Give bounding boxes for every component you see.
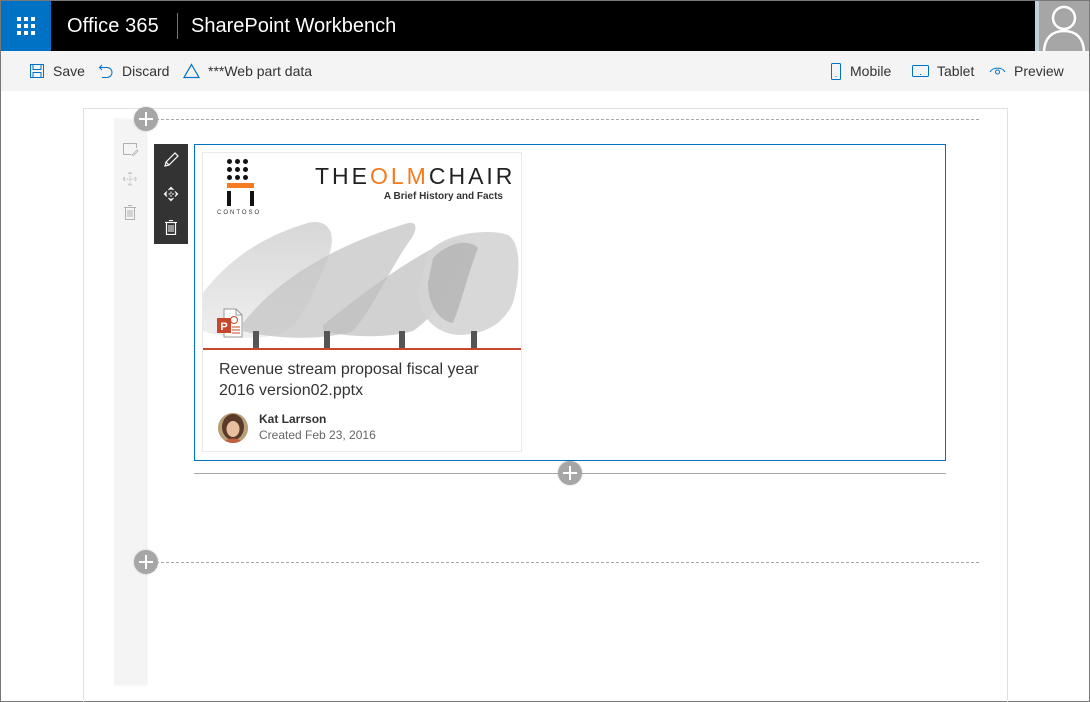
document-title[interactable]: Revenue stream proposal fiscal year 2016… (219, 359, 509, 401)
person-icon (1042, 5, 1086, 51)
waffle-icon (17, 17, 35, 35)
powerpoint-icon: P (217, 308, 243, 338)
undo-icon (98, 64, 113, 78)
save-label: Save (53, 63, 85, 79)
edit-web-part-button[interactable] (154, 145, 188, 175)
brand-label[interactable]: Office 365 (67, 15, 159, 38)
divider (177, 13, 178, 39)
mobile-icon (831, 62, 841, 80)
web-part-data-label: ***Web part data (208, 63, 313, 79)
command-bar: Save Discard ***Web part data Mobile Tab… (1, 51, 1089, 91)
tablet-icon (912, 65, 929, 77)
document-card[interactable]: CONTOSO THEOLMCHAIR A Brief History and … (202, 152, 522, 452)
preview-subtitle: A Brief History and Facts (383, 191, 503, 202)
move-web-part-button[interactable] (154, 179, 188, 209)
eye-icon (989, 67, 1006, 75)
svg-text:P: P (220, 321, 227, 333)
section-divider (146, 119, 979, 120)
mobile-preview-button[interactable]: Mobile (830, 51, 891, 91)
web-part-data-button[interactable]: ***Web part data (183, 51, 312, 91)
discard-label: Discard (122, 63, 170, 79)
add-web-part-button[interactable] (558, 461, 582, 485)
preview-title: THEOLMCHAIR (315, 163, 516, 189)
add-section-button[interactable] (134, 550, 158, 574)
delete-web-part-button[interactable] (154, 212, 188, 242)
app-title: SharePoint Workbench (191, 15, 397, 37)
contoso-logo: CONTOSO (217, 159, 265, 216)
chairs-image (203, 222, 519, 348)
discard-button[interactable]: Discard (98, 51, 169, 91)
web-part-toolbar (154, 144, 188, 244)
tablet-preview-button[interactable]: Tablet (912, 51, 974, 91)
save-icon (30, 64, 44, 78)
tablet-label: Tablet (937, 63, 975, 79)
add-section-button[interactable] (134, 107, 158, 131)
section-divider (146, 562, 979, 563)
suite-bar: Office 365 SharePoint Workbench (1, 1, 1089, 51)
move-icon (163, 186, 179, 202)
document-preview[interactable]: CONTOSO THEOLMCHAIR A Brief History and … (203, 153, 521, 350)
app-launcher-button[interactable] (1, 1, 51, 51)
delete-section-icon[interactable] (121, 203, 139, 221)
triangle-icon (183, 63, 200, 79)
preview-button[interactable]: Preview (989, 51, 1064, 91)
save-button[interactable]: Save (29, 51, 85, 91)
created-date: Created Feb 23, 2016 (259, 428, 376, 442)
author-avatar (218, 413, 248, 443)
edit-section-icon[interactable] (121, 140, 139, 158)
preview-label: Preview (1014, 63, 1064, 79)
mobile-label: Mobile (850, 63, 892, 79)
move-section-icon[interactable] (121, 170, 139, 188)
user-avatar-button[interactable] (1035, 1, 1089, 51)
trash-icon (165, 220, 177, 235)
author-name: Kat Larrson (259, 412, 327, 426)
pencil-icon (164, 152, 179, 167)
